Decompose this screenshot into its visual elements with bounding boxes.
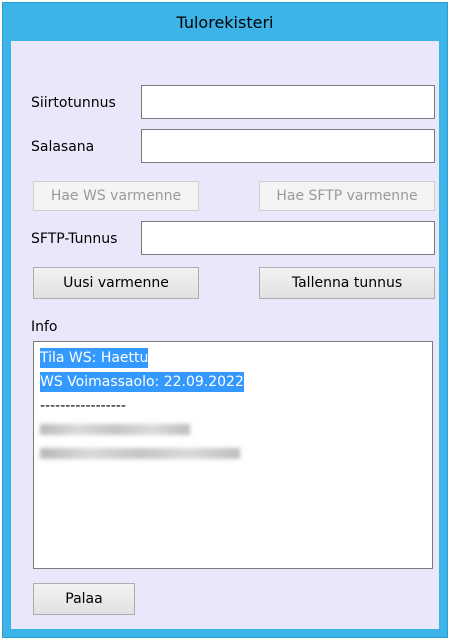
info-line: ----------------- [40, 398, 126, 414]
hae-sftp-varmenne-button[interactable]: Hae SFTP varmenne [259, 181, 435, 211]
redacted-line [40, 418, 426, 442]
tallenna-tunnus-button[interactable]: Tallenna tunnus [259, 267, 435, 299]
salasana-input[interactable] [141, 129, 435, 163]
info-textbox[interactable]: Tila WS: Haettu WS Voimassaolo: 22.09.20… [33, 341, 433, 569]
uusi-varmenne-button[interactable]: Uusi varmenne [33, 267, 199, 299]
sftp-tunnus-label: SFTP-Tunnus [31, 231, 118, 247]
window-title: Tulorekisteri [176, 12, 274, 32]
info-line: Tila WS: Haettu [40, 348, 149, 368]
siirtotunnus-input[interactable] [141, 85, 435, 119]
palaa-button[interactable]: Palaa [33, 583, 135, 615]
form-panel: Siirtotunnus Salasana Hae WS varmenne Ha… [11, 41, 439, 629]
info-line: WS Voimassaolo: 22.09.2022 [40, 372, 244, 392]
redacted-line [40, 442, 426, 466]
siirtotunnus-label: Siirtotunnus [31, 95, 116, 111]
salasana-label: Salasana [31, 139, 95, 155]
app-window: Tulorekisteri Siirtotunnus Salasana Hae … [2, 2, 448, 638]
sftp-tunnus-input[interactable] [141, 221, 435, 255]
hae-ws-varmenne-button[interactable]: Hae WS varmenne [33, 181, 199, 211]
info-label: Info [31, 319, 58, 335]
